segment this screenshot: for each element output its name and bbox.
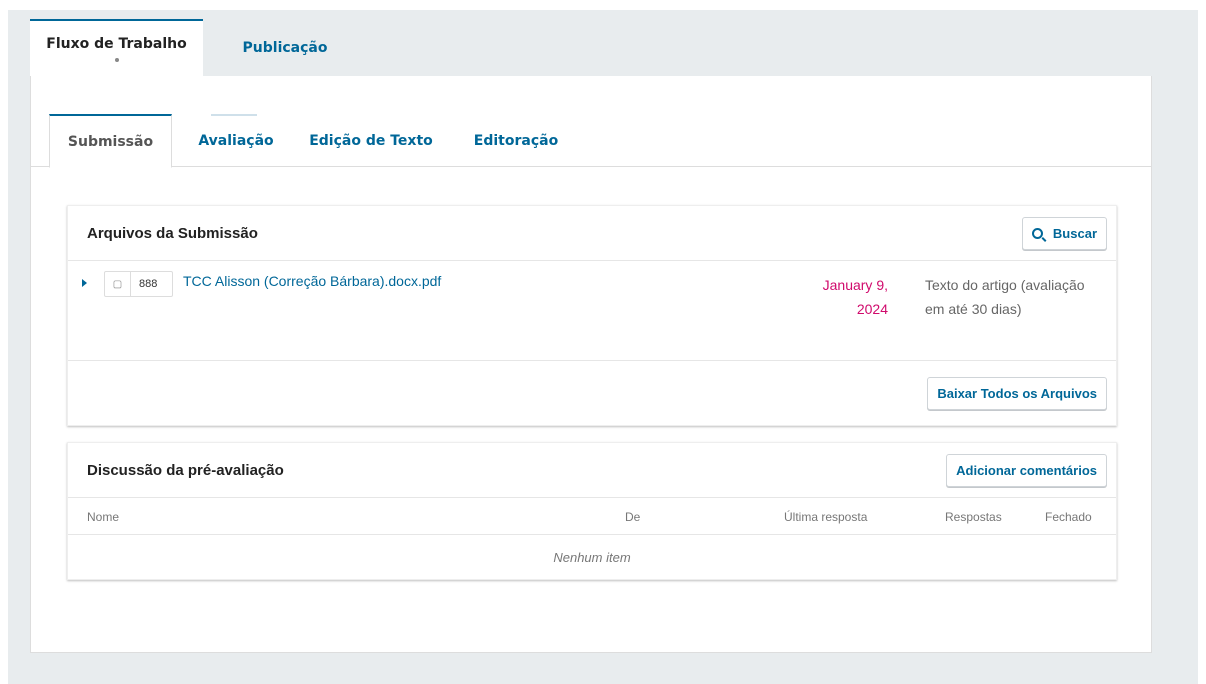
pdf-file-icon: ▢: [105, 272, 131, 296]
add-discussion-button[interactable]: Adicionar comentários: [946, 453, 1107, 487]
search-icon: [1031, 227, 1043, 239]
search-button[interactable]: Buscar: [1021, 216, 1107, 250]
tab-copyediting[interactable]: Edição de Texto: [301, 114, 441, 167]
tab-workflow[interactable]: Fluxo de Trabalho: [30, 19, 203, 77]
download-all-button[interactable]: Baixar Todos os Arquivos: [927, 376, 1107, 410]
active-dot-icon: [114, 58, 119, 62]
file-row: ▢ 888 TCC Alisson (Correção Bárbara).doc…: [68, 261, 1116, 361]
file-date: January 9, 2024: [822, 277, 888, 317]
column-closed: Fechado: [1045, 510, 1092, 524]
discussion-header: Discussão da pré-avaliação Adicionar com…: [68, 443, 1116, 498]
tab-production[interactable]: Editoração: [466, 114, 566, 167]
tab-publication[interactable]: Publicação: [225, 19, 345, 77]
files-footer: Baixar Todos os Arquivos: [68, 361, 1116, 425]
stage-tabs: Submissão Avaliação Edição de Texto Edit…: [31, 114, 1151, 168]
panel-title: Arquivos da Submissão: [87, 224, 258, 242]
file-id: 888: [139, 278, 158, 290]
column-from: De: [625, 510, 641, 524]
file-badge: ▢ 888: [104, 271, 173, 297]
empty-message: Nenhum item: [553, 549, 631, 565]
file-type: Texto do artigo (avaliação em até 30 dia…: [925, 277, 1085, 317]
submission-files-panel: Arquivos da Submissão Buscar ▢ 888 TCC A…: [67, 205, 1117, 426]
workflow-panel: Submissão Avaliação Edição de Texto Edit…: [30, 76, 1152, 653]
panel-title: Discussão da pré-avaliação: [87, 461, 284, 479]
tab-submission[interactable]: Submissão: [49, 114, 172, 168]
column-name: Nome: [87, 510, 120, 524]
expand-caret-icon[interactable]: [82, 279, 87, 287]
discussion-grid-header: Nome De Última resposta Respostas Fechad…: [68, 498, 1116, 535]
column-last-reply: Última resposta: [784, 510, 868, 524]
file-link[interactable]: TCC Alisson (Correção Bárbara).docx.pdf: [183, 273, 441, 289]
submission-files-header: Arquivos da Submissão Buscar: [68, 206, 1116, 261]
tab-review[interactable]: Avaliação: [191, 114, 281, 167]
discussion-panel: Discussão da pré-avaliação Adicionar com…: [67, 442, 1117, 580]
column-replies: Respostas: [945, 510, 1002, 524]
